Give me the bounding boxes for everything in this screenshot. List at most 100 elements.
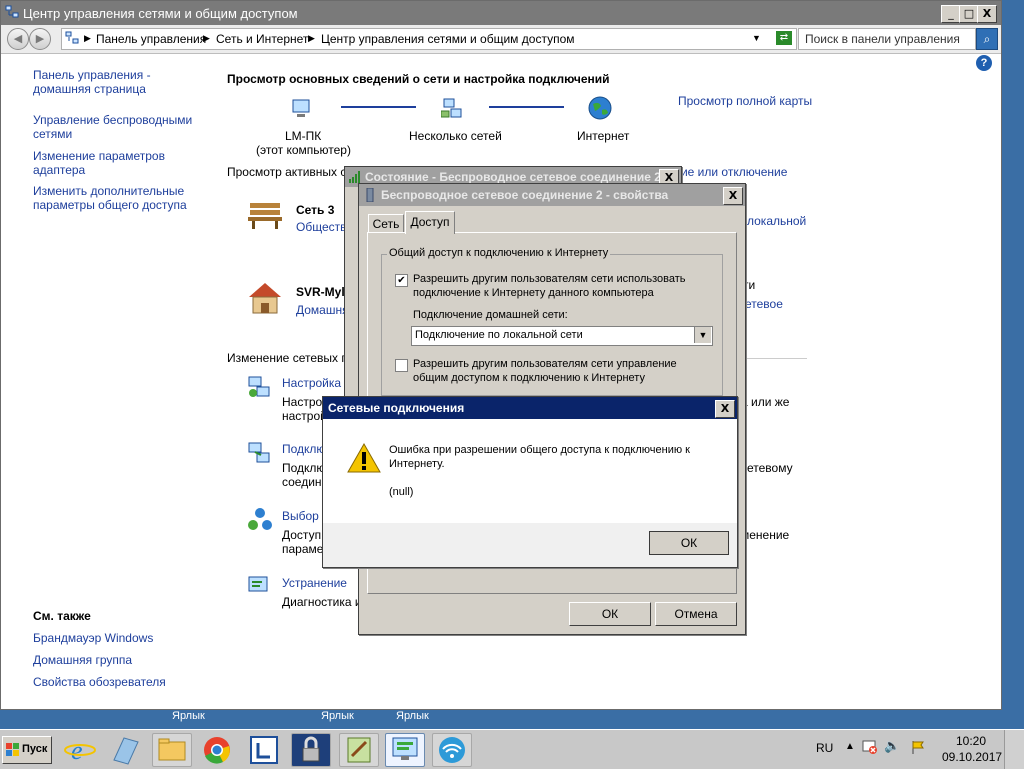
properties-dialog-close-button[interactable]: X [723, 187, 743, 205]
taskbar: Пуск e RU ▲ 🔈 10:20 09.10.2017 [0, 729, 1024, 769]
error-message-2: Интернету. [389, 458, 445, 470]
sidebar-item-adapter[interactable]: Изменение параметров адаптера [33, 149, 211, 177]
desktop-shortcut-label[interactable]: Ярлык [172, 710, 205, 722]
allow-sharing-label: Разрешить другим пользователям сети испо… [413, 273, 686, 285]
error-ok-button[interactable]: ОК [649, 531, 729, 555]
tray-network-error-icon[interactable] [862, 739, 877, 754]
network-window-icon [5, 5, 19, 19]
show-desktop-button[interactable] [1004, 730, 1024, 769]
properties-dialog-titlebar[interactable]: Беспроводное сетевое соединение 2 - свой… [359, 184, 745, 206]
network1-type-link[interactable]: Обществ [296, 220, 347, 234]
desktop-shortcut-label[interactable]: Ярлык [396, 710, 429, 722]
map-line [341, 106, 416, 108]
search-input[interactable]: Поиск в панели управления [798, 28, 976, 50]
homegroup-icon [247, 507, 273, 536]
see-also-homegroup[interactable]: Домашняя группа [33, 653, 211, 667]
task1-desc2: настрой [282, 409, 327, 423]
breadcrumb-item-network-center[interactable]: Центр управления сетями и общим доступом [321, 32, 575, 46]
warning-icon [347, 442, 381, 476]
ics-group-title: Общий доступ к подключению к Интернету [387, 247, 611, 259]
signal-icon [349, 171, 361, 183]
task1-right: а или же [741, 395, 790, 409]
internet-globe-icon [587, 95, 613, 124]
search-icon[interactable]: ⌕ [976, 28, 998, 50]
home-network-select[interactable]: Подключение по локальной сети ▼ [411, 326, 713, 346]
language-indicator[interactable]: RU [816, 741, 833, 755]
ie-icon[interactable]: e [60, 733, 100, 767]
task3-right: менение [741, 528, 790, 542]
computer-icon [290, 97, 314, 124]
refresh-icon[interactable]: ⇄ [776, 31, 792, 45]
task1-link[interactable]: Настройка н [282, 376, 351, 390]
see-also-firewall[interactable]: Брандмауэр Windows [33, 631, 211, 645]
sidebar-item-wireless[interactable]: Управление беспроводными сетями [33, 113, 211, 141]
breadcrumb-item-network[interactable]: Сеть и Интернет [216, 32, 308, 46]
title-bar[interactable]: Центр управления сетями и общим доступом… [1, 1, 1001, 25]
app-icon[interactable] [244, 733, 284, 767]
tray-flag-icon[interactable] [910, 739, 926, 755]
properties-ok-button[interactable]: ОК [569, 602, 651, 626]
network-adapter-icon [364, 187, 376, 203]
maximize-button[interactable]: □ [959, 5, 979, 23]
allow-sharing-checkbox[interactable]: ✔ [395, 274, 408, 287]
breadcrumb[interactable]: ▶ Панель управления ▶ Сеть и Интернет ▶ … [61, 28, 797, 50]
task2-right: сетевому [741, 461, 793, 475]
explorer-icon[interactable] [152, 733, 192, 767]
svg-text:e: e [71, 736, 83, 765]
active-networks-label: Просмотр активных с [227, 165, 347, 179]
tab-sharing[interactable]: Доступ [405, 211, 455, 234]
section-divider [737, 358, 807, 359]
breadcrumb-dropdown-icon[interactable]: ▼ [752, 33, 761, 43]
breadcrumb-sep-icon[interactable]: ▶ [203, 33, 210, 44]
clock-time[interactable]: 10:20 [956, 734, 986, 748]
allow-control-checkbox[interactable] [395, 359, 408, 372]
help-icon[interactable]: ? [976, 55, 992, 71]
task2-link[interactable]: Подклю [282, 442, 325, 456]
map-line [489, 106, 564, 108]
error-dialog-title: Сетевые подключения [328, 401, 465, 415]
notepad-icon[interactable] [105, 733, 145, 767]
error-dialog-body [323, 419, 737, 523]
network2-name: SVR-Myl [296, 285, 345, 299]
error-message: Ошибка при разрешении общего доступа к п… [389, 444, 690, 456]
network1-connection-link[interactable]: локальной [747, 214, 806, 228]
properties-dialog-title: Беспроводное сетевое соединение 2 - свой… [381, 188, 669, 202]
allow-control-label: Разрешить другим пользователям сети упра… [413, 358, 677, 370]
tray-expand-icon[interactable]: ▲ [845, 741, 855, 752]
wifi-icon[interactable] [432, 733, 472, 767]
task2-desc: Подклю [282, 461, 326, 475]
error-dialog-close-button[interactable]: X [715, 400, 735, 418]
home-icon [247, 281, 283, 320]
close-button[interactable]: X [977, 5, 997, 23]
breadcrumb-sep-icon[interactable]: ▶ [84, 33, 91, 44]
network2-type-link[interactable]: Домашня [296, 303, 349, 317]
breadcrumb-sep-icon[interactable]: ▶ [308, 33, 315, 44]
see-also-title: См. также [33, 609, 91, 623]
sidebar-item-sharing[interactable]: Изменить дополнительные параметры общего… [33, 184, 211, 212]
view-full-map-link[interactable]: Просмотр полной карты [678, 94, 812, 108]
tray-volume-icon[interactable]: 🔈 [884, 739, 900, 754]
clock-date[interactable]: 09.10.2017 [942, 750, 1002, 764]
tab-network[interactable]: Сеть [368, 214, 404, 233]
task4-desc: Диагностика и [282, 595, 362, 609]
error-dialog-titlebar[interactable]: Сетевые подключения X [323, 397, 737, 419]
desktop-shortcut-label[interactable]: Ярлык [321, 710, 354, 722]
sidebar-item-home[interactable]: Панель управления - домашняя страница [33, 68, 211, 96]
see-also-internet-options[interactable]: Свойства обозревателя [33, 675, 211, 689]
network-center-icon[interactable] [385, 733, 425, 767]
windows-logo-icon [6, 743, 20, 760]
task4-link[interactable]: Устранение [282, 576, 347, 590]
lock-icon[interactable] [291, 733, 331, 767]
networks-icon [440, 97, 465, 124]
breadcrumb-item-control-panel[interactable]: Панель управления [96, 32, 206, 46]
chrome-icon[interactable] [197, 733, 237, 767]
forward-button[interactable]: ▶ [29, 28, 51, 50]
minimize-button[interactable]: _ [941, 5, 961, 23]
properties-cancel-button[interactable]: Отмена [655, 602, 737, 626]
edit-icon[interactable] [339, 733, 379, 767]
connect-network-icon [247, 441, 271, 468]
start-button[interactable]: Пуск [2, 736, 52, 764]
chevron-down-icon[interactable]: ▼ [694, 327, 711, 343]
back-button[interactable]: ◀ [7, 28, 29, 50]
search-placeholder: Поиск в панели управления [805, 32, 960, 46]
